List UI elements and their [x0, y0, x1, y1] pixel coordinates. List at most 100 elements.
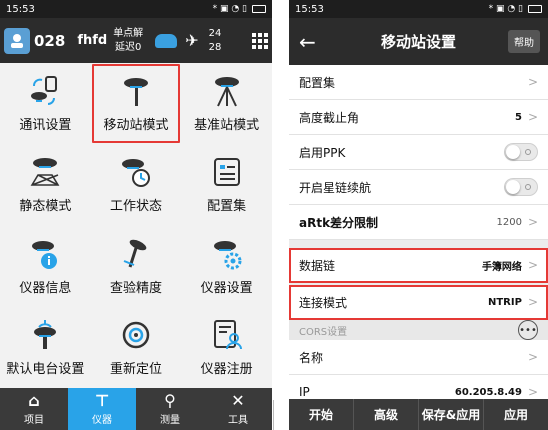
- battery-icon: [528, 5, 542, 13]
- datalink-value: 手簿网络: [481, 261, 522, 273]
- grid-item-device-settings[interactable]: 仪器设置: [181, 226, 272, 307]
- status-time: 15:53: [6, 3, 35, 15]
- device-avatar-icon[interactable]: [4, 27, 30, 54]
- instrument-function-grid: 通讯设置 移动站模式 基准站模式 静态模式 工作状态 配置集 仪器信息 查验精度…: [0, 63, 272, 388]
- instrument-icon: ⊤: [94, 390, 110, 410]
- connection-value: NTRIP: [487, 296, 522, 308]
- row-elevation-mask[interactable]: 高度截止角 5 >: [289, 100, 548, 135]
- device-settings-icon: [210, 237, 244, 271]
- menu-grid-icon[interactable]: [252, 32, 268, 49]
- grid-label: 工作状态: [109, 199, 162, 215]
- grid-item-base-mode[interactable]: 基准站模式: [181, 63, 272, 144]
- grid-label: 仪器注册: [200, 361, 253, 377]
- page-title: 移动站设置: [380, 33, 456, 51]
- status-time: 15:53: [295, 3, 324, 15]
- solution-status: 单点解 延迟0: [113, 27, 143, 55]
- satellite-icon[interactable]: ✈: [185, 31, 198, 50]
- nav-project[interactable]: ⌂ 项目: [0, 388, 68, 430]
- instrument-header: 028 fhfd 单点解 延迟0 ✈ 24 28: [0, 18, 272, 63]
- row-datalink[interactable]: 数据链 手簿网络 >: [289, 248, 548, 283]
- grid-label: 静态模式: [19, 199, 72, 215]
- start-button[interactable]: 开始: [289, 399, 354, 430]
- grid-label: 配置集: [207, 199, 247, 215]
- solution-type: 单点解: [113, 27, 144, 39]
- help-button[interactable]: 帮助: [508, 30, 540, 53]
- advanced-button[interactable]: 高级: [354, 399, 419, 430]
- row-label: 连接模式: [299, 295, 348, 310]
- grid-item-work-status[interactable]: 工作状态: [91, 144, 182, 225]
- row-name[interactable]: 名称 >: [289, 340, 548, 375]
- home-icon: ⌂: [28, 390, 40, 410]
- grid-label: 通讯设置: [19, 118, 72, 134]
- row-label: 数据链: [299, 258, 336, 273]
- grid-item-config-set[interactable]: 配置集: [181, 144, 272, 225]
- grid-item-comm-settings[interactable]: 通讯设置: [0, 63, 91, 144]
- continuation-toggle[interactable]: [504, 178, 538, 196]
- grid-item-device-register[interactable]: 仪器注册: [181, 307, 272, 388]
- chevron-right-icon: >: [527, 350, 538, 364]
- grid-item-rover-mode[interactable]: 移动站模式: [91, 63, 182, 144]
- tools-icon: ✕: [231, 390, 245, 410]
- battery-icon: [252, 5, 266, 13]
- chevron-right-icon: >: [527, 75, 538, 89]
- device-number: 028: [34, 31, 66, 50]
- nav-label: 项目: [24, 414, 44, 426]
- apply-button[interactable]: 应用: [484, 399, 548, 430]
- check-accuracy-icon: [119, 237, 153, 271]
- back-arrow-icon[interactable]: ←: [299, 30, 316, 54]
- nav-label: 仪器: [92, 414, 112, 426]
- screen-divider: [273, 400, 274, 430]
- grid-label: 基准站模式: [194, 118, 260, 134]
- elevation-value: 5: [514, 111, 522, 123]
- delay-value: 延迟0: [115, 41, 142, 53]
- bottom-navigation: ⌂ 项目 ⊤ 仪器 ⚲ 测量 ✕ 工具: [0, 388, 272, 430]
- row-connection-mode[interactable]: 连接模式 NTRIP >: [289, 285, 548, 320]
- satellite-used: 24: [208, 27, 222, 39]
- row-label: IP: [299, 385, 310, 399]
- grid-item-radio-settings[interactable]: 默认电台设置: [0, 307, 91, 388]
- bottom-action-bar: 开始 高级 保存&应用 应用: [289, 399, 548, 430]
- relocate-icon: [119, 318, 153, 352]
- grid-label: 移动站模式: [103, 118, 169, 134]
- row-config-set[interactable]: 配置集 >: [289, 65, 548, 100]
- row-enable-ppk: 启用PPK: [289, 135, 548, 170]
- row-artk-limit[interactable]: aRtk差分限制 1200 >: [289, 205, 548, 240]
- device-info-icon: [28, 237, 62, 271]
- right-phone-screen: 15:53 * ▣ ◔ ▯ ← 移动站设置 帮助 配置集 > 高度截止角 5 >…: [289, 0, 548, 430]
- row-label: 配置集: [299, 75, 336, 90]
- chevron-right-icon: >: [527, 385, 538, 399]
- row-label: 高度截止角: [299, 110, 360, 125]
- comm-settings-icon: [28, 74, 62, 108]
- nav-tools[interactable]: ✕ 工具: [204, 388, 272, 430]
- chevron-right-icon: >: [527, 110, 538, 124]
- row-star-continuation: 开启星链续航: [289, 170, 548, 205]
- chevron-right-icon: >: [527, 258, 538, 272]
- nav-instrument[interactable]: ⊤ 仪器: [68, 388, 136, 430]
- nav-survey[interactable]: ⚲ 测量: [136, 388, 204, 430]
- radio-settings-icon: [28, 318, 62, 352]
- rover-mode-icon: [119, 74, 153, 108]
- grid-item-relocate[interactable]: 重新定位: [91, 307, 182, 388]
- grid-label: 仪器设置: [200, 280, 253, 296]
- receiver-icon[interactable]: [155, 33, 178, 48]
- base-mode-icon: [210, 74, 244, 108]
- status-bar: 15:53 * ▣ ◔ ▯: [0, 0, 272, 18]
- ip-value: 60.205.8.49: [454, 386, 522, 398]
- satellite-count: 24 28: [209, 27, 222, 55]
- chevron-right-icon: >: [527, 295, 538, 309]
- save-apply-button[interactable]: 保存&应用: [419, 399, 484, 430]
- config-set-icon: [210, 155, 244, 189]
- cors-section-header: CORS设置 •••: [289, 320, 548, 340]
- status-icon-glyphs: * ▣ ◔ ▯: [212, 4, 247, 14]
- settings-list: 配置集 > 高度截止角 5 > 启用PPK 开启星链续航 aRtk差分限制 12…: [289, 65, 548, 410]
- left-phone-screen: 15:53 * ▣ ◔ ▯ 028 fhfd 单点解 延迟0 ✈ 24 28 通…: [0, 0, 272, 430]
- grid-item-check-accuracy[interactable]: 查验精度: [91, 226, 182, 307]
- grid-item-device-info[interactable]: 仪器信息: [0, 226, 91, 307]
- static-mode-icon: [28, 155, 62, 189]
- more-options-icon[interactable]: •••: [518, 320, 538, 340]
- section-label: CORS设置: [299, 326, 348, 338]
- ppk-toggle[interactable]: [504, 143, 538, 161]
- grid-item-static-mode[interactable]: 静态模式: [0, 144, 91, 225]
- work-status-icon: [119, 155, 153, 189]
- satellite-tracked: 28: [208, 41, 222, 53]
